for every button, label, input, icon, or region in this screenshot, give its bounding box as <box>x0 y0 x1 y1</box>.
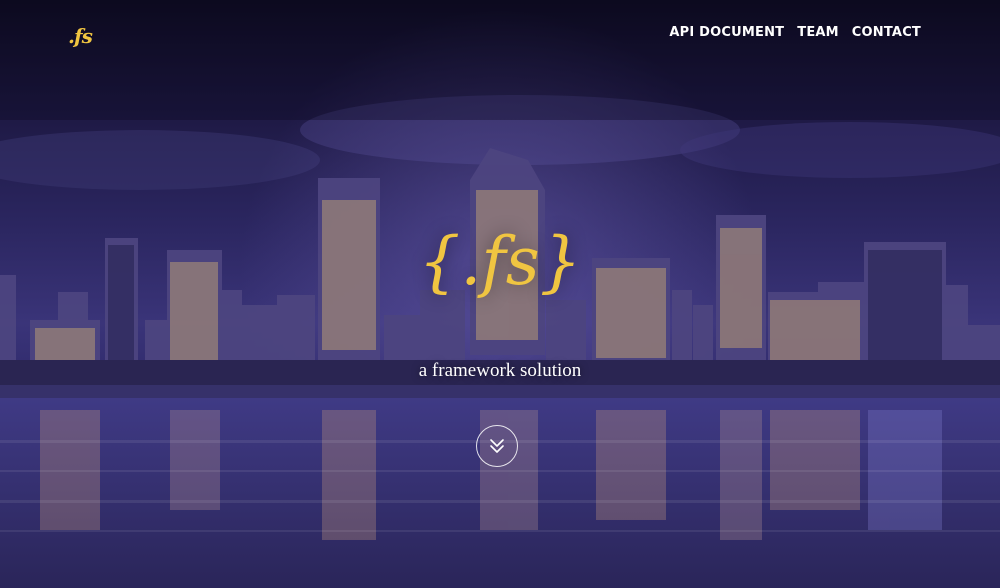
hero-section: .fs API DOCUMENT TEAM CONTACT {.fs} a fr… <box>0 0 1000 588</box>
brand-logo-link[interactable]: .fs <box>68 24 93 48</box>
hero-logo: {.fs} <box>418 223 582 300</box>
main-nav: API DOCUMENT TEAM CONTACT <box>669 25 921 40</box>
scroll-down-button[interactable] <box>476 425 518 467</box>
double-chevron-down-icon <box>490 439 504 453</box>
nav-item-contact[interactable]: CONTACT <box>852 25 921 40</box>
nav-item-api-document[interactable]: API DOCUMENT <box>669 25 784 40</box>
hero-tagline: a framework solution <box>418 360 582 381</box>
nav-item-team[interactable]: TEAM <box>797 25 839 40</box>
